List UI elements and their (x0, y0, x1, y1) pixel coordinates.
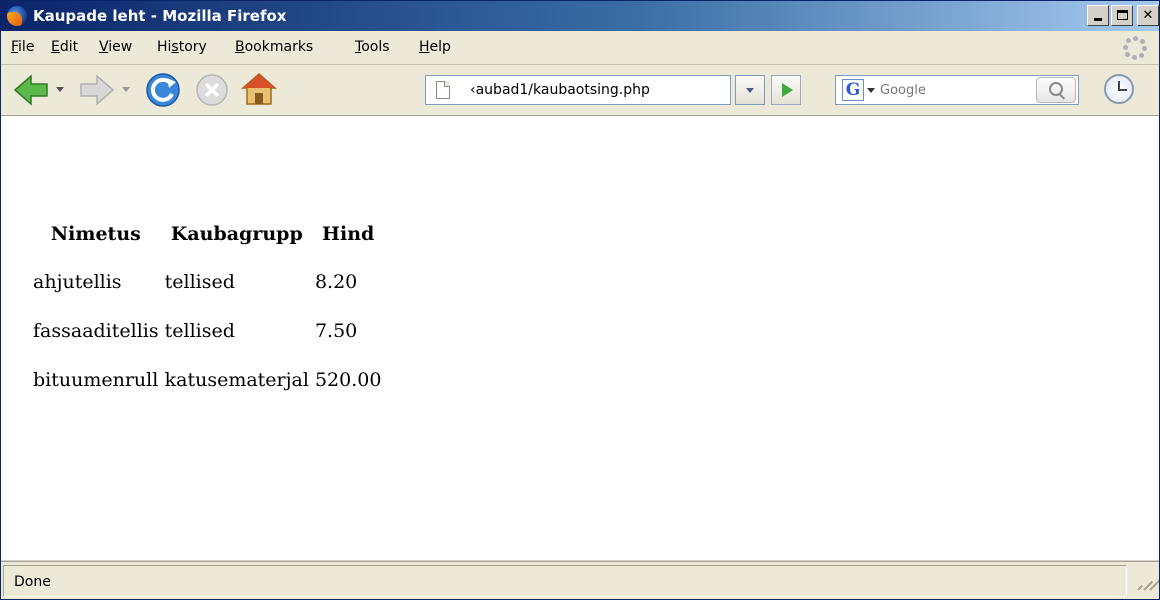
menu-help-label: elp (429, 39, 451, 55)
search-icon[interactable] (1036, 77, 1076, 103)
column-header-hind: Hind (322, 223, 375, 245)
menu-tools-label: ools (361, 39, 390, 55)
table-row: fassaaditellis tellised 7.50 (31, 307, 383, 354)
minimize-icon (1094, 18, 1102, 21)
menu-edit-accelerator: E (51, 39, 60, 55)
back-arrow-icon[interactable] (13, 74, 49, 106)
table-header-row: Nimetus Kaubagrupp Hind (31, 212, 383, 256)
menu-file-accelerator: F (11, 39, 19, 55)
resize-grip-icon[interactable] (1131, 568, 1159, 596)
menu-view-accelerator: V (99, 39, 109, 55)
cell-nimetus: bituumenrull (33, 368, 159, 391)
cell-kaubagrupp: tellised (164, 270, 235, 293)
menu-bookmarks[interactable]: Bookmarks (235, 39, 313, 55)
menu-bookmarks-accelerator: B (235, 39, 245, 55)
table-row: bituumenrull katusematerjal 520.00 (31, 356, 383, 403)
url-bar[interactable]: ‹aubad1/kaubaotsing.php (425, 75, 731, 105)
status-panel: Done (3, 565, 1127, 597)
menu-file[interactable]: File (11, 39, 34, 55)
menu-view[interactable]: View (99, 39, 132, 55)
forward-arrow-icon[interactable] (79, 74, 115, 106)
cell-hind: 520.00 (314, 368, 382, 391)
close-button[interactable]: ✕ (1137, 5, 1159, 26)
chevron-down-icon (746, 88, 754, 93)
menu-bar: File Edit View History Bookmarks Tools H… (1, 31, 1159, 65)
cell-nimetus: ahjutellis (33, 270, 122, 293)
close-icon: ✕ (1142, 8, 1154, 23)
results-table: Nimetus Kaubagrupp Hind ahjutellis telli… (29, 210, 385, 405)
menu-help[interactable]: Help (419, 39, 451, 55)
search-box[interactable]: G Google (835, 75, 1079, 105)
status-text: Done (14, 574, 51, 590)
menu-view-label: iew (108, 39, 133, 55)
clock-icon[interactable] (1104, 74, 1134, 104)
reload-icon[interactable] (145, 72, 181, 108)
menu-history[interactable]: History (157, 39, 207, 55)
back-history-dropdown[interactable] (56, 87, 64, 92)
menu-history-label-start: Hi (157, 39, 172, 55)
maximize-icon (1117, 10, 1128, 20)
cell-hind: 8.20 (314, 270, 358, 293)
page-icon (436, 81, 450, 99)
stop-icon[interactable] (195, 73, 229, 107)
column-header-kaubagrupp: Kaubagrupp (170, 223, 303, 245)
maximize-button[interactable] (1111, 5, 1133, 26)
cell-hind: 7.50 (314, 319, 358, 342)
firefox-logo-icon (7, 6, 27, 26)
menu-history-accelerator: s (171, 39, 179, 55)
menu-history-label: tory (178, 39, 207, 55)
search-engine-dropdown[interactable] (867, 88, 875, 93)
menu-tools[interactable]: Tools (355, 39, 390, 55)
menu-bookmarks-label: ookmarks (244, 39, 314, 55)
cell-nimetus: fassaaditellis (33, 319, 159, 342)
menu-file-label: ile (18, 39, 35, 55)
url-history-dropdown[interactable] (735, 75, 765, 105)
page-content: Nimetus Kaubagrupp Hind ahjutellis telli… (1, 116, 1159, 560)
go-button[interactable] (771, 75, 801, 105)
cell-kaubagrupp: tellised (164, 319, 235, 342)
cell-kaubagrupp: katusematerjal (164, 368, 309, 391)
status-bar: Done (1, 561, 1159, 599)
menu-edit[interactable]: Edit (51, 39, 78, 55)
google-icon[interactable]: G (842, 79, 864, 101)
table-row: ahjutellis tellised 8.20 (31, 258, 383, 305)
browser-window: Kaupade leht - Mozilla Firefox ✕ File Ed… (0, 0, 1160, 600)
throbber-icon (1123, 36, 1147, 60)
search-input[interactable]: Google (880, 83, 926, 98)
column-header-nimetus: Nimetus (50, 223, 141, 245)
window-title: Kaupade leht - Mozilla Firefox (33, 7, 287, 25)
navigation-toolbar: ‹aubad1/kaubaotsing.php G Google (1, 65, 1159, 116)
title-bar: Kaupade leht - Mozilla Firefox ✕ (1, 1, 1159, 31)
menu-edit-label: dit (59, 39, 79, 55)
url-text[interactable]: ‹aubad1/kaubaotsing.php (470, 82, 730, 98)
menu-help-accelerator: H (419, 39, 430, 55)
forward-history-dropdown[interactable] (122, 87, 130, 92)
minimize-button[interactable] (1087, 5, 1109, 26)
home-icon[interactable] (240, 71, 278, 107)
